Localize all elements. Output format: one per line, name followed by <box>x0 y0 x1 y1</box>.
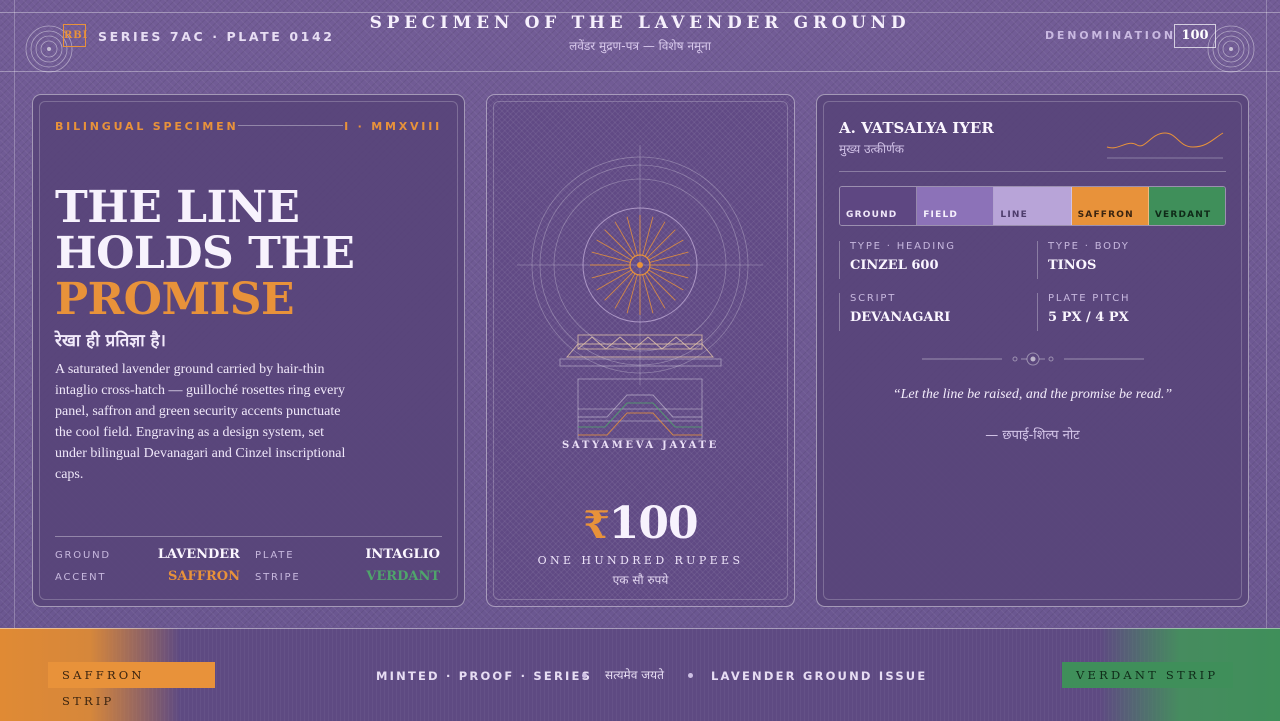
ashoka-emblem-icon <box>517 145 763 440</box>
type-plate-pitch: PLATE PITCH 5 PX / 4 PX <box>1037 293 1228 331</box>
spec-stripe-value: VERDANT <box>366 569 440 584</box>
kicker-rule <box>238 125 343 126</box>
hindi-headline: रेखा ही प्रतिज्ञा है। <box>55 331 166 351</box>
type-body: TYPE · BODY TINOS <box>1037 241 1228 279</box>
chakra-spoke <box>614 221 636 257</box>
spec-ground-value: LAVENDER <box>157 547 240 562</box>
right-border-line <box>1266 0 1267 628</box>
chakra-spoke <box>649 251 689 263</box>
chakra-spoke <box>648 239 684 261</box>
chakra-spoke <box>644 221 666 257</box>
headline: THE LINE HOLDS THE PROMISE <box>55 182 355 325</box>
kicker-label: BILINGUAL SPECIMEN <box>55 120 239 133</box>
chakra-spoke <box>591 251 631 263</box>
chakra-spoke <box>648 269 684 291</box>
spec-accent-label: ACCENT <box>55 572 107 583</box>
denomination-label: DENOMINATION <box>1045 29 1176 42</box>
signature-icon <box>1106 132 1224 159</box>
spec-plate-value: INTAGLIO <box>365 547 440 562</box>
footer-dot <box>688 673 693 678</box>
chakra-spoke <box>604 229 634 259</box>
engraver-name: A. VATSALYA IYER <box>839 119 994 137</box>
footer-text-issue: LAVENDER GROUND ISSUE <box>711 669 928 683</box>
banknote-panel: SATYAMEVA JAYATE ₹100 ONE HUNDRED RUPEES… <box>486 94 795 607</box>
ornament-divider-icon <box>922 352 1144 366</box>
chakra-spoke <box>596 239 632 261</box>
rosette-right-icon <box>1207 25 1255 73</box>
body-paragraph: A saturated lavender ground carried by h… <box>55 362 346 482</box>
chakra-spoke <box>591 267 631 279</box>
headline-line-1: THE LINE <box>55 182 300 233</box>
engraver-role: मुख्य उत्कीर्णक <box>839 142 905 156</box>
chakra-spoke <box>646 271 676 301</box>
engraver-divider <box>839 171 1226 172</box>
chakra-spoke <box>626 274 638 314</box>
left-border-line <box>14 0 15 628</box>
swatch-line: LINE <box>994 187 1072 225</box>
spec-accent-value: SAFFRON <box>168 569 240 584</box>
verdant-strip-button[interactable]: VERDANT STRIP <box>1062 662 1233 688</box>
chakra-spoke <box>614 273 636 309</box>
swatch-verdant: VERDANT <box>1148 187 1225 225</box>
header-divider <box>0 71 1280 72</box>
type-script: SCRIPT DEVANAGARI <box>839 293 1030 331</box>
type-heading: TYPE · HEADING CINZEL 600 <box>839 241 1030 279</box>
spec-plate-label: PLATE <box>255 550 295 561</box>
swatch-field: FIELD <box>917 187 995 225</box>
chakra-spoke <box>596 269 632 291</box>
saffron-strip-button[interactable]: SAFFRON STRIP <box>48 662 215 708</box>
chakra-spoke <box>604 271 634 301</box>
swatch-saffron: SAFFRON <box>1071 187 1149 225</box>
amount: ₹100 <box>487 498 794 549</box>
chakra-spoke <box>626 216 638 256</box>
amount-hindi: एक सौ रुपये <box>612 573 669 587</box>
chakra-spoke <box>649 267 689 279</box>
design-system-panel: A. VATSALYA IYER मुख्य उत्कीर्णक GROUND … <box>816 94 1249 607</box>
chakra-spoke <box>642 216 654 256</box>
spec-divider <box>55 536 442 537</box>
headline-line-2: HOLDS THE <box>55 228 355 279</box>
spec-stripe-label: STRIPE <box>255 572 301 583</box>
quote: “Let the line be raised, and the promise… <box>892 387 1173 402</box>
chakra-spoke <box>644 273 666 309</box>
amount-words: ONE HUNDRED RUPEES <box>537 554 744 567</box>
chakra-spoke <box>642 274 654 314</box>
footer-band: SAFFRON STRIP MINTED · PROOF · SERIES सत… <box>0 628 1280 721</box>
footer-text-minted: MINTED · PROOF · SERIES <box>376 669 593 683</box>
color-swatches: GROUND FIELD LINE SAFFRON VERDANT <box>839 186 1226 226</box>
quote-attribution: — छपाई-शिल्प नोट <box>985 428 1080 443</box>
motto: SATYAMEVA JAYATE <box>561 440 719 451</box>
chakra-spoke <box>646 229 676 259</box>
rupee-symbol: ₹ <box>583 502 609 547</box>
spec-ground-label: GROUND <box>55 550 111 561</box>
specimen-panel: BILINGUAL SPECIMEN I · MMXVIII THE LINE … <box>32 94 465 607</box>
amount-value: 100 <box>608 498 699 549</box>
headline-line-3: PROMISE <box>55 274 295 325</box>
kicker-date: I · MMXVIII <box>344 120 442 133</box>
swatch-ground: GROUND <box>840 187 918 225</box>
footer-hindi-motto: सत्यमेव जयते <box>605 668 664 682</box>
footer-dot <box>582 673 587 678</box>
